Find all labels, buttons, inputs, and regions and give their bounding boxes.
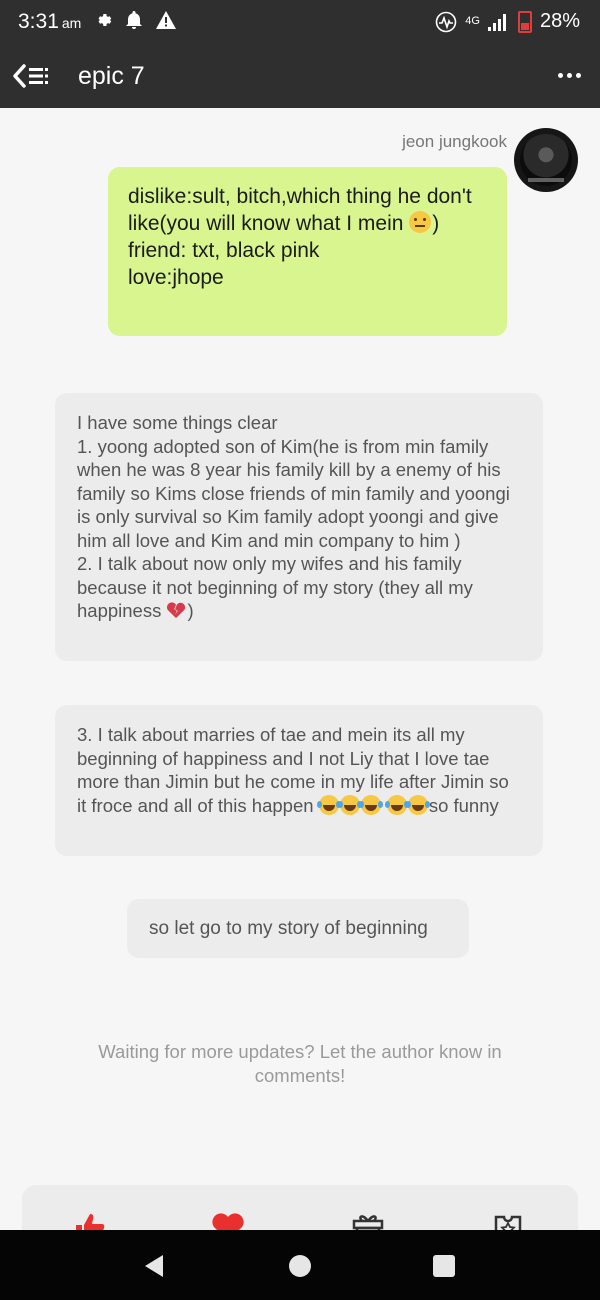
battery-icon xyxy=(517,10,532,33)
message-text: dislike:sult, bitch,which thing he don't… xyxy=(128,183,487,237)
home-circle-icon[interactable] xyxy=(286,1252,314,1280)
narration-text: so let go to my story of beginning xyxy=(149,918,428,939)
status-notification-icons xyxy=(94,11,176,29)
broken-heart-emoji-icon xyxy=(167,602,186,619)
narration-bubble: so let go to my story of beginning xyxy=(127,899,469,958)
narration-bubble: I have some things clear 1. yoong adopte… xyxy=(55,393,543,661)
neutral-face-emoji-icon xyxy=(409,211,432,233)
status-system-icons: 4G 28% xyxy=(435,10,580,33)
back-triangle-icon[interactable] xyxy=(141,1252,169,1280)
status-time: 3:31 am xyxy=(18,10,81,34)
dot xyxy=(566,72,572,78)
network-type: 4G xyxy=(465,15,480,27)
message-line: love:jhope xyxy=(128,266,224,289)
back-list-icon xyxy=(13,64,48,88)
author-name: jeon jungkook xyxy=(402,132,507,151)
status-time-ampm: am xyxy=(61,15,82,31)
narration-text: 3. I talk about marries of tae and mein … xyxy=(77,723,521,817)
narration-text: I have some things clear 1. yoong adopte… xyxy=(77,411,521,623)
battery-level: 28% xyxy=(539,10,580,32)
system-navigation-bar xyxy=(0,1230,600,1300)
notification-bell-icon xyxy=(126,11,142,29)
activity-icon xyxy=(435,11,457,32)
more-options-button[interactable] xyxy=(552,58,586,92)
tears-of-joy-emoji-icon xyxy=(384,794,407,815)
author-message-bubble: dislike:sult, bitch,which thing he don't… xyxy=(108,167,507,336)
tears-of-joy-emoji-icon xyxy=(358,794,381,815)
status-bar: 3:31 am 4G 28% xyxy=(0,0,600,44)
avatar-detail xyxy=(528,178,564,182)
tears-of-joy-emoji-icon xyxy=(337,794,360,815)
narration-end: so funny xyxy=(428,794,499,816)
signal-icon xyxy=(487,13,506,31)
settings-gear-icon xyxy=(98,14,112,26)
author-avatar[interactable] xyxy=(514,128,578,192)
status-time-value: 3:31 xyxy=(18,10,59,33)
tears-of-joy-emoji-icon xyxy=(316,794,339,815)
waiting-for-updates-note: Waiting for more updates? Let the author… xyxy=(98,1041,502,1086)
narration-body: I have some things clear 1. yoong adopte… xyxy=(77,412,510,621)
dot xyxy=(575,72,581,78)
chapter-title: epic 7 xyxy=(78,62,145,90)
dot xyxy=(557,72,563,78)
message-line: friend: txt, black pink xyxy=(128,239,320,262)
warning-triangle-icon xyxy=(156,11,176,29)
back-to-contents-button[interactable] xyxy=(12,60,52,92)
tears-of-joy-emoji-icon xyxy=(405,794,428,815)
recents-square-icon[interactable] xyxy=(430,1252,458,1280)
narration-end: ) xyxy=(187,600,194,621)
app-bar: epic 7 xyxy=(0,44,600,108)
message-line-end: ) xyxy=(432,212,440,235)
narration-bubble: 3. I talk about marries of tae and mein … xyxy=(55,705,543,856)
